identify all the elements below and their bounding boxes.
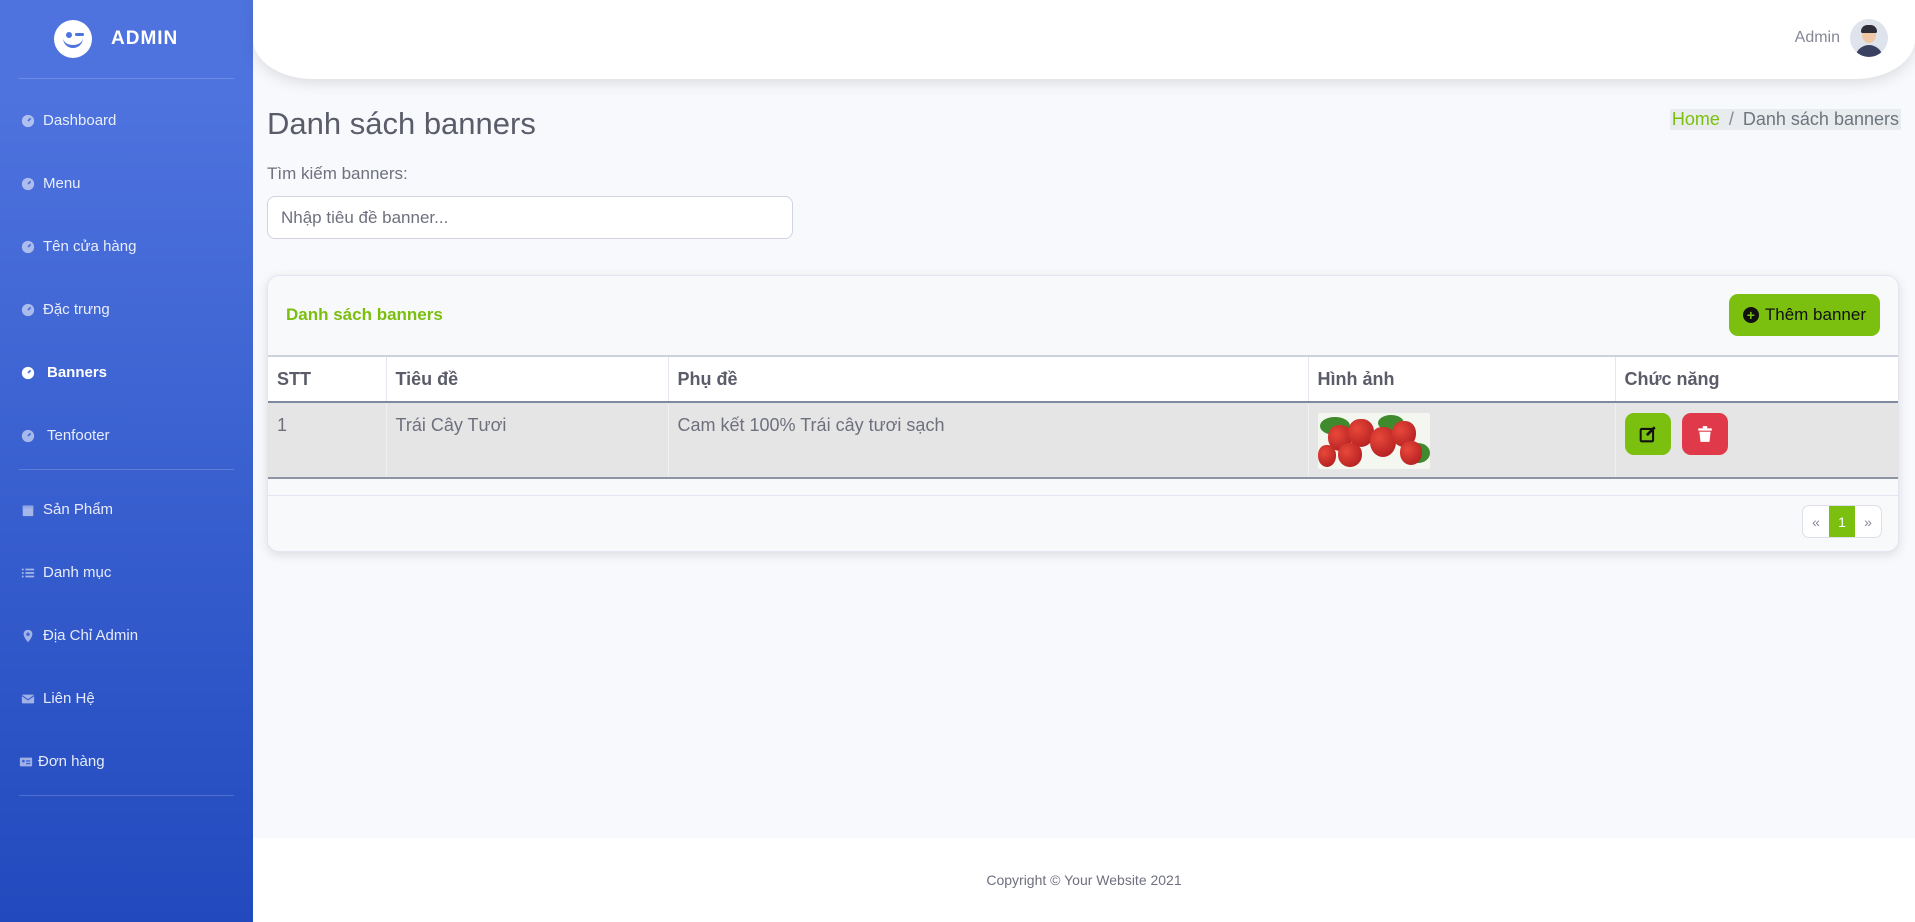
sidebar-item-features[interactable]: Đặc trưng <box>0 278 253 341</box>
copyright-text: Copyright © Your Website 2021 <box>986 872 1182 888</box>
edit-button[interactable] <box>1624 413 1671 455</box>
map-marker-icon <box>21 629 35 643</box>
pagination: « 1 » <box>1802 505 1882 538</box>
plus-circle-icon: + <box>1742 307 1759 323</box>
column-header-image[interactable]: Hình ảnh <box>1308 355 1616 403</box>
breadcrumb-separator: / <box>1728 109 1734 129</box>
list-icon <box>21 566 35 580</box>
sidebar-divider <box>19 469 234 470</box>
sidebar-item-banners[interactable]: Banners <box>0 341 253 404</box>
sidebar-item-tenfooter[interactable]: Tenfooter <box>0 404 253 467</box>
search-input[interactable] <box>267 196 793 239</box>
sidebar-item-label: Menu <box>43 175 81 192</box>
user-dropdown[interactable]: Admin <box>1795 19 1888 57</box>
column-header-stt[interactable]: STT <box>268 355 387 403</box>
gauge-icon <box>21 240 35 254</box>
main-content: Danh sách banners Home / Danh sách banne… <box>253 79 1915 838</box>
laugh-wink-icon <box>54 20 92 58</box>
sidebar-brand[interactable]: ADMIN <box>0 0 253 78</box>
sidebar-item-label: Tên cửa hàng <box>43 238 137 255</box>
sidebar-item-label: Tenfooter <box>47 427 110 444</box>
sidebar-item-menu[interactable]: Menu <box>0 152 253 215</box>
sidebar-item-dashboard[interactable]: Dashboard <box>0 89 253 152</box>
sidebar-item-label: Danh mục <box>43 564 112 581</box>
delete-button[interactable] <box>1681 413 1728 455</box>
id-card-icon <box>19 755 33 769</box>
column-header-title[interactable]: Tiêu đề <box>386 355 669 403</box>
gauge-icon <box>21 429 35 443</box>
sidebar-item-categories[interactable]: Danh mục <box>0 541 253 604</box>
search-label: Tìm kiếm banners: <box>267 164 408 183</box>
column-header-actions[interactable]: Chức năng <box>1615 355 1898 403</box>
sidebar-item-label: Dashboard <box>43 112 117 129</box>
sidebar-item-label: Đơn hàng <box>38 753 105 770</box>
card-title: Danh sách banners <box>286 305 443 324</box>
table-row: 1 Trái Cây Tươi Cam kết 100% Trái cây tư… <box>268 402 1898 479</box>
sidebar-item-label: Địa Chỉ Admin <box>43 627 139 644</box>
sidebar-item-orders[interactable]: Đơn hàng <box>0 730 253 793</box>
breadcrumb-home-link[interactable]: Home <box>1672 109 1720 130</box>
cell-title: Trái Cây Tươi <box>386 402 669 479</box>
page-title: Danh sách banners <box>267 106 536 141</box>
envelope-icon <box>21 692 35 706</box>
edit-icon <box>1639 426 1656 443</box>
gauge-icon <box>21 303 35 317</box>
add-banner-label: Thêm banner <box>1764 305 1866 324</box>
breadcrumb-current: Danh sách banners <box>1742 109 1899 129</box>
table-header-row: STT Tiêu đề Phụ đề Hình ảnh Chức năng <box>268 355 1898 403</box>
sidebar-item-products[interactable]: Sản Phẩm <box>0 478 253 541</box>
cell-actions <box>1615 402 1898 479</box>
sidebar-item-label: Đặc trưng <box>43 301 110 318</box>
breadcrumb: Home / Danh sách banners <box>1669 109 1901 130</box>
cell-subtitle: Cam kết 100% Trái cây tươi sạch <box>668 402 1309 479</box>
add-banner-button[interactable]: + Thêm banner <box>1728 294 1880 336</box>
sidebar: ADMIN Dashboard Menu Tên cửa hàng Đặc tr… <box>0 0 253 922</box>
gauge-icon <box>21 177 35 191</box>
cell-image <box>1308 402 1616 479</box>
sidebar-item-label: Liên Hệ <box>43 690 95 707</box>
card-footer: « 1 » <box>268 495 1898 551</box>
banners-table: STT Tiêu đề Phụ đề Hình ảnh Chức năng 1 … <box>268 355 1898 479</box>
brand-name: ADMIN <box>111 28 179 49</box>
banners-card: Danh sách banners + Thêm banner STT Tiêu… <box>267 275 1899 552</box>
topbar: Admin <box>253 0 1915 79</box>
trash-icon <box>1697 426 1712 442</box>
banner-thumbnail-strawberries <box>1317 413 1430 469</box>
sidebar-item-contact[interactable]: Liên Hệ <box>0 667 253 730</box>
sidebar-item-store-name[interactable]: Tên cửa hàng <box>0 215 253 278</box>
pagination-next[interactable]: » <box>1855 506 1881 537</box>
sidebar-item-label: Sản Phẩm <box>43 501 114 518</box>
gauge-icon <box>21 114 35 128</box>
sidebar-divider <box>19 795 234 796</box>
sidebar-divider <box>19 78 234 79</box>
pagination-page-1[interactable]: 1 <box>1829 506 1855 537</box>
sidebar-item-admin-address[interactable]: Địa Chỉ Admin <box>0 604 253 667</box>
column-header-subtitle[interactable]: Phụ đề <box>668 355 1309 403</box>
cell-stt: 1 <box>268 402 387 479</box>
pagination-prev[interactable]: « <box>1803 506 1829 537</box>
footer: Copyright © Your Website 2021 <box>253 838 1915 922</box>
avatar <box>1850 19 1888 57</box>
sidebar-item-label: Banners <box>47 364 108 381</box>
user-name: Admin <box>1794 29 1840 46</box>
calendar-icon <box>21 503 35 517</box>
gauge-icon <box>21 366 35 380</box>
